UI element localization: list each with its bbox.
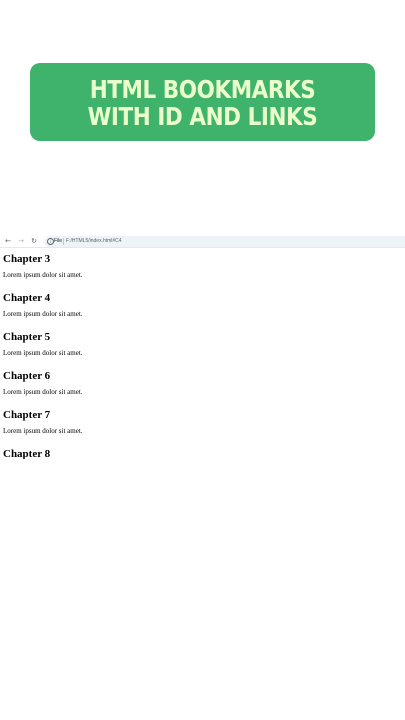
- chapter-heading: Chapter 6: [3, 370, 51, 382]
- browser-toolbar: ← → ↻ i File F:/HTML5/index.html#C4: [0, 235, 405, 248]
- chapter-text: Lorem ipsum dolor sit amet.: [3, 271, 83, 279]
- chapter-section: Chapter 3 Lorem ipsum dolor sit amet.: [3, 252, 403, 291]
- chapter-text: Lorem ipsum dolor sit amet.: [3, 349, 83, 357]
- title-banner: HTML BOOKMARKS WITH ID AND LINKS: [30, 63, 375, 141]
- browser-window: ← → ↻ i File F:/HTML5/index.html#C4 Chap…: [0, 235, 405, 459]
- chapter-text: Lorem ipsum dolor sit amet.: [3, 388, 83, 396]
- banner-title: HTML BOOKMARKS WITH ID AND LINKS: [87, 75, 318, 131]
- chapter-section: Chapter 8: [3, 447, 403, 459]
- chapter-text: Lorem ipsum dolor sit amet.: [3, 427, 83, 435]
- chapter-section: Chapter 7 Lorem ipsum dolor sit amet.: [3, 408, 403, 447]
- chapter-heading: Chapter 7: [3, 409, 51, 421]
- page-content: Chapter 3 Lorem ipsum dolor sit amet. Ch…: [3, 252, 403, 459]
- chapter-section: Chapter 4 Lorem ipsum dolor sit amet.: [3, 291, 403, 330]
- chapter-section: Chapter 6 Lorem ipsum dolor sit amet.: [3, 369, 403, 408]
- video-frame: HTML BOOKMARKS WITH ID AND LINKS ← → ↻ i…: [0, 0, 405, 720]
- chapter-heading: Chapter 5: [3, 331, 51, 343]
- arrow-left-icon[interactable]: ←: [3, 236, 13, 246]
- chapter-heading: Chapter 3: [3, 253, 51, 265]
- url-text[interactable]: F:/HTML5/index.html#C4: [66, 236, 122, 247]
- chapter-text: Lorem ipsum dolor sit amet.: [3, 310, 83, 318]
- arrow-right-icon[interactable]: →: [16, 236, 26, 246]
- chapter-section: Chapter 5 Lorem ipsum dolor sit amet.: [3, 330, 403, 369]
- file-label: File: [54, 238, 63, 244]
- info-icon[interactable]: i: [47, 238, 54, 245]
- chapter-heading: Chapter 8: [3, 448, 51, 459]
- reload-icon[interactable]: ↻: [29, 236, 39, 246]
- address-bar[interactable]: i File F:/HTML5/index.html#C4: [44, 236, 405, 247]
- address-separator: [63, 238, 64, 245]
- chapter-heading: Chapter 4: [3, 292, 51, 304]
